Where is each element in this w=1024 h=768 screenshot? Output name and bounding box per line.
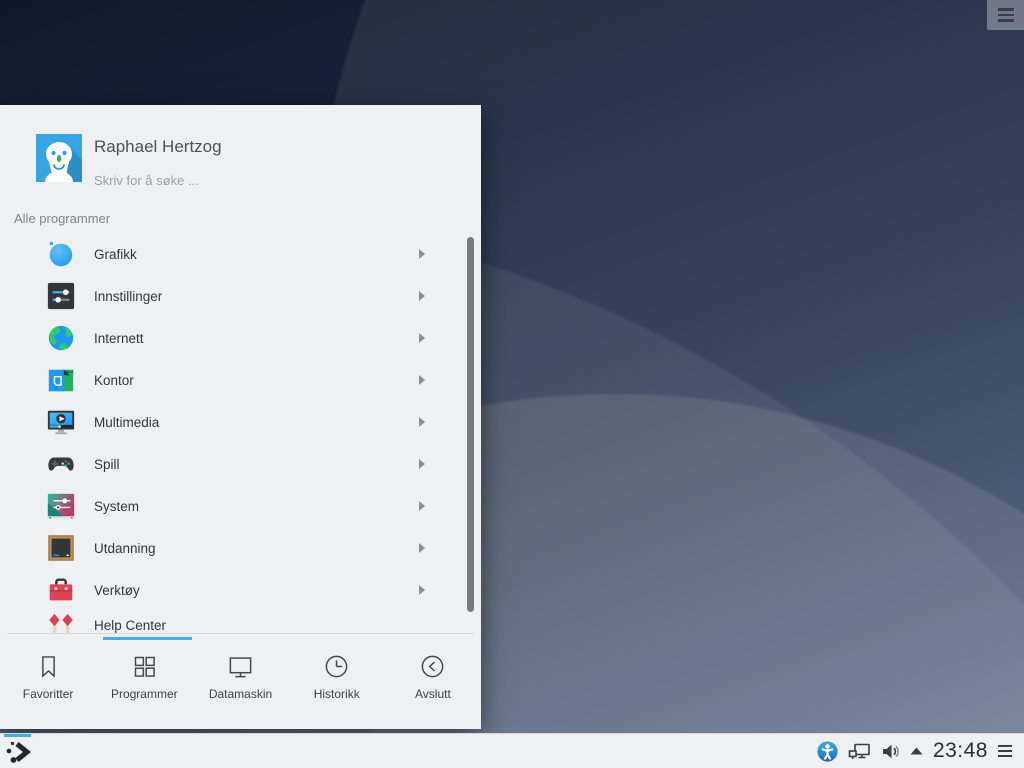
system-tray: 23:48 (817, 734, 1024, 768)
graphics-category-icon (46, 239, 76, 269)
tab-label: Favoritter (23, 687, 74, 701)
category-label: Innstillinger (94, 289, 162, 304)
volume-icon[interactable] (881, 742, 900, 761)
category-verktoy[interactable]: Verktøy (0, 569, 481, 611)
user-name: Raphael Hertzog (94, 137, 222, 157)
taskbar-panel: 23:48 (0, 733, 1024, 768)
submenu-arrow-icon (418, 459, 425, 469)
network-icon[interactable] (848, 742, 871, 761)
category-innstillinger[interactable]: Innstillinger (0, 275, 481, 317)
tools-category-icon (46, 575, 76, 605)
computer-icon (227, 653, 254, 680)
section-label-all-programs: Alle programmer (14, 211, 110, 226)
multimedia-category-icon (46, 407, 76, 437)
category-label: Grafikk (94, 247, 137, 262)
submenu-arrow-icon (418, 585, 425, 595)
category-multimedia[interactable]: Multimedia (0, 401, 481, 443)
tab-programmer[interactable]: Programmer (96, 640, 192, 729)
category-label: Multimedia (94, 415, 159, 430)
tab-avslutt[interactable]: Avslutt (385, 640, 481, 729)
system-category-icon (46, 491, 76, 521)
category-grafikk[interactable]: Grafikk (0, 233, 481, 275)
submenu-arrow-icon (418, 333, 425, 343)
tab-label: Datamaskin (209, 687, 272, 701)
tab-label: Historikk (314, 687, 360, 701)
tab-label: Programmer (111, 687, 178, 701)
apps-grid-icon (131, 653, 158, 680)
kde-plasma-logo (5, 739, 31, 765)
category-label: Spill (94, 457, 120, 472)
expand-up-arrow-icon[interactable] (910, 747, 923, 755)
category-kontor[interactable]: Kontor (0, 359, 481, 401)
kickoff-tabbar: Favoritter Programmer Datamaskin Histori… (0, 640, 481, 729)
office-category-icon (46, 365, 76, 395)
category-list: Grafikk Innstillinger Int (0, 233, 481, 633)
user-avatar-face (36, 134, 82, 182)
tabbar-separator (7, 633, 474, 634)
category-spill[interactable]: Spill (0, 443, 481, 485)
category-label: Kontor (94, 373, 134, 388)
category-label: Help Center (94, 612, 166, 633)
panel-overflow-button[interactable] (998, 745, 1012, 757)
help-center-category-icon (46, 612, 76, 633)
submenu-arrow-icon (418, 291, 425, 301)
tab-favoritter[interactable]: Favoritter (0, 640, 96, 729)
category-label: System (94, 499, 139, 514)
settings-category-icon (46, 281, 76, 311)
category-system[interactable]: System (0, 485, 481, 527)
accessibility-icon[interactable] (817, 741, 838, 762)
education-category-icon (46, 533, 76, 563)
leave-icon (419, 653, 446, 680)
scrollbar-thumb[interactable] (467, 237, 474, 612)
bookmark-icon (35, 653, 62, 680)
submenu-arrow-icon (418, 249, 425, 259)
internet-category-icon (46, 323, 76, 353)
tab-datamaskin[interactable]: Datamaskin (192, 640, 288, 729)
category-label: Internett (94, 331, 144, 346)
category-help-center[interactable]: Help Center (0, 611, 481, 633)
category-utdanning[interactable]: Utdanning (0, 527, 481, 569)
tab-historikk[interactable]: Historikk (289, 640, 385, 729)
games-category-icon (46, 449, 76, 479)
kickoff-application-launcher: Raphael Hertzog Skriv for å søke ... All… (0, 105, 481, 729)
tab-label: Avslutt (415, 687, 451, 701)
category-internett[interactable]: Internett (0, 317, 481, 359)
desktop-toolbox-button[interactable] (987, 0, 1024, 30)
submenu-arrow-icon (418, 417, 425, 427)
launcher-active-indicator (4, 734, 31, 737)
user-avatar[interactable] (36, 134, 82, 182)
category-label: Verktøy (94, 583, 140, 598)
application-launcher-button[interactable] (5, 739, 31, 765)
clock-icon (323, 653, 350, 680)
submenu-arrow-icon (418, 375, 425, 385)
search-input[interactable]: Skriv for å søke ... (94, 173, 394, 188)
digital-clock[interactable]: 23:48 (933, 739, 988, 763)
submenu-arrow-icon (418, 501, 425, 511)
category-label: Utdanning (94, 541, 156, 556)
submenu-arrow-icon (418, 543, 425, 553)
